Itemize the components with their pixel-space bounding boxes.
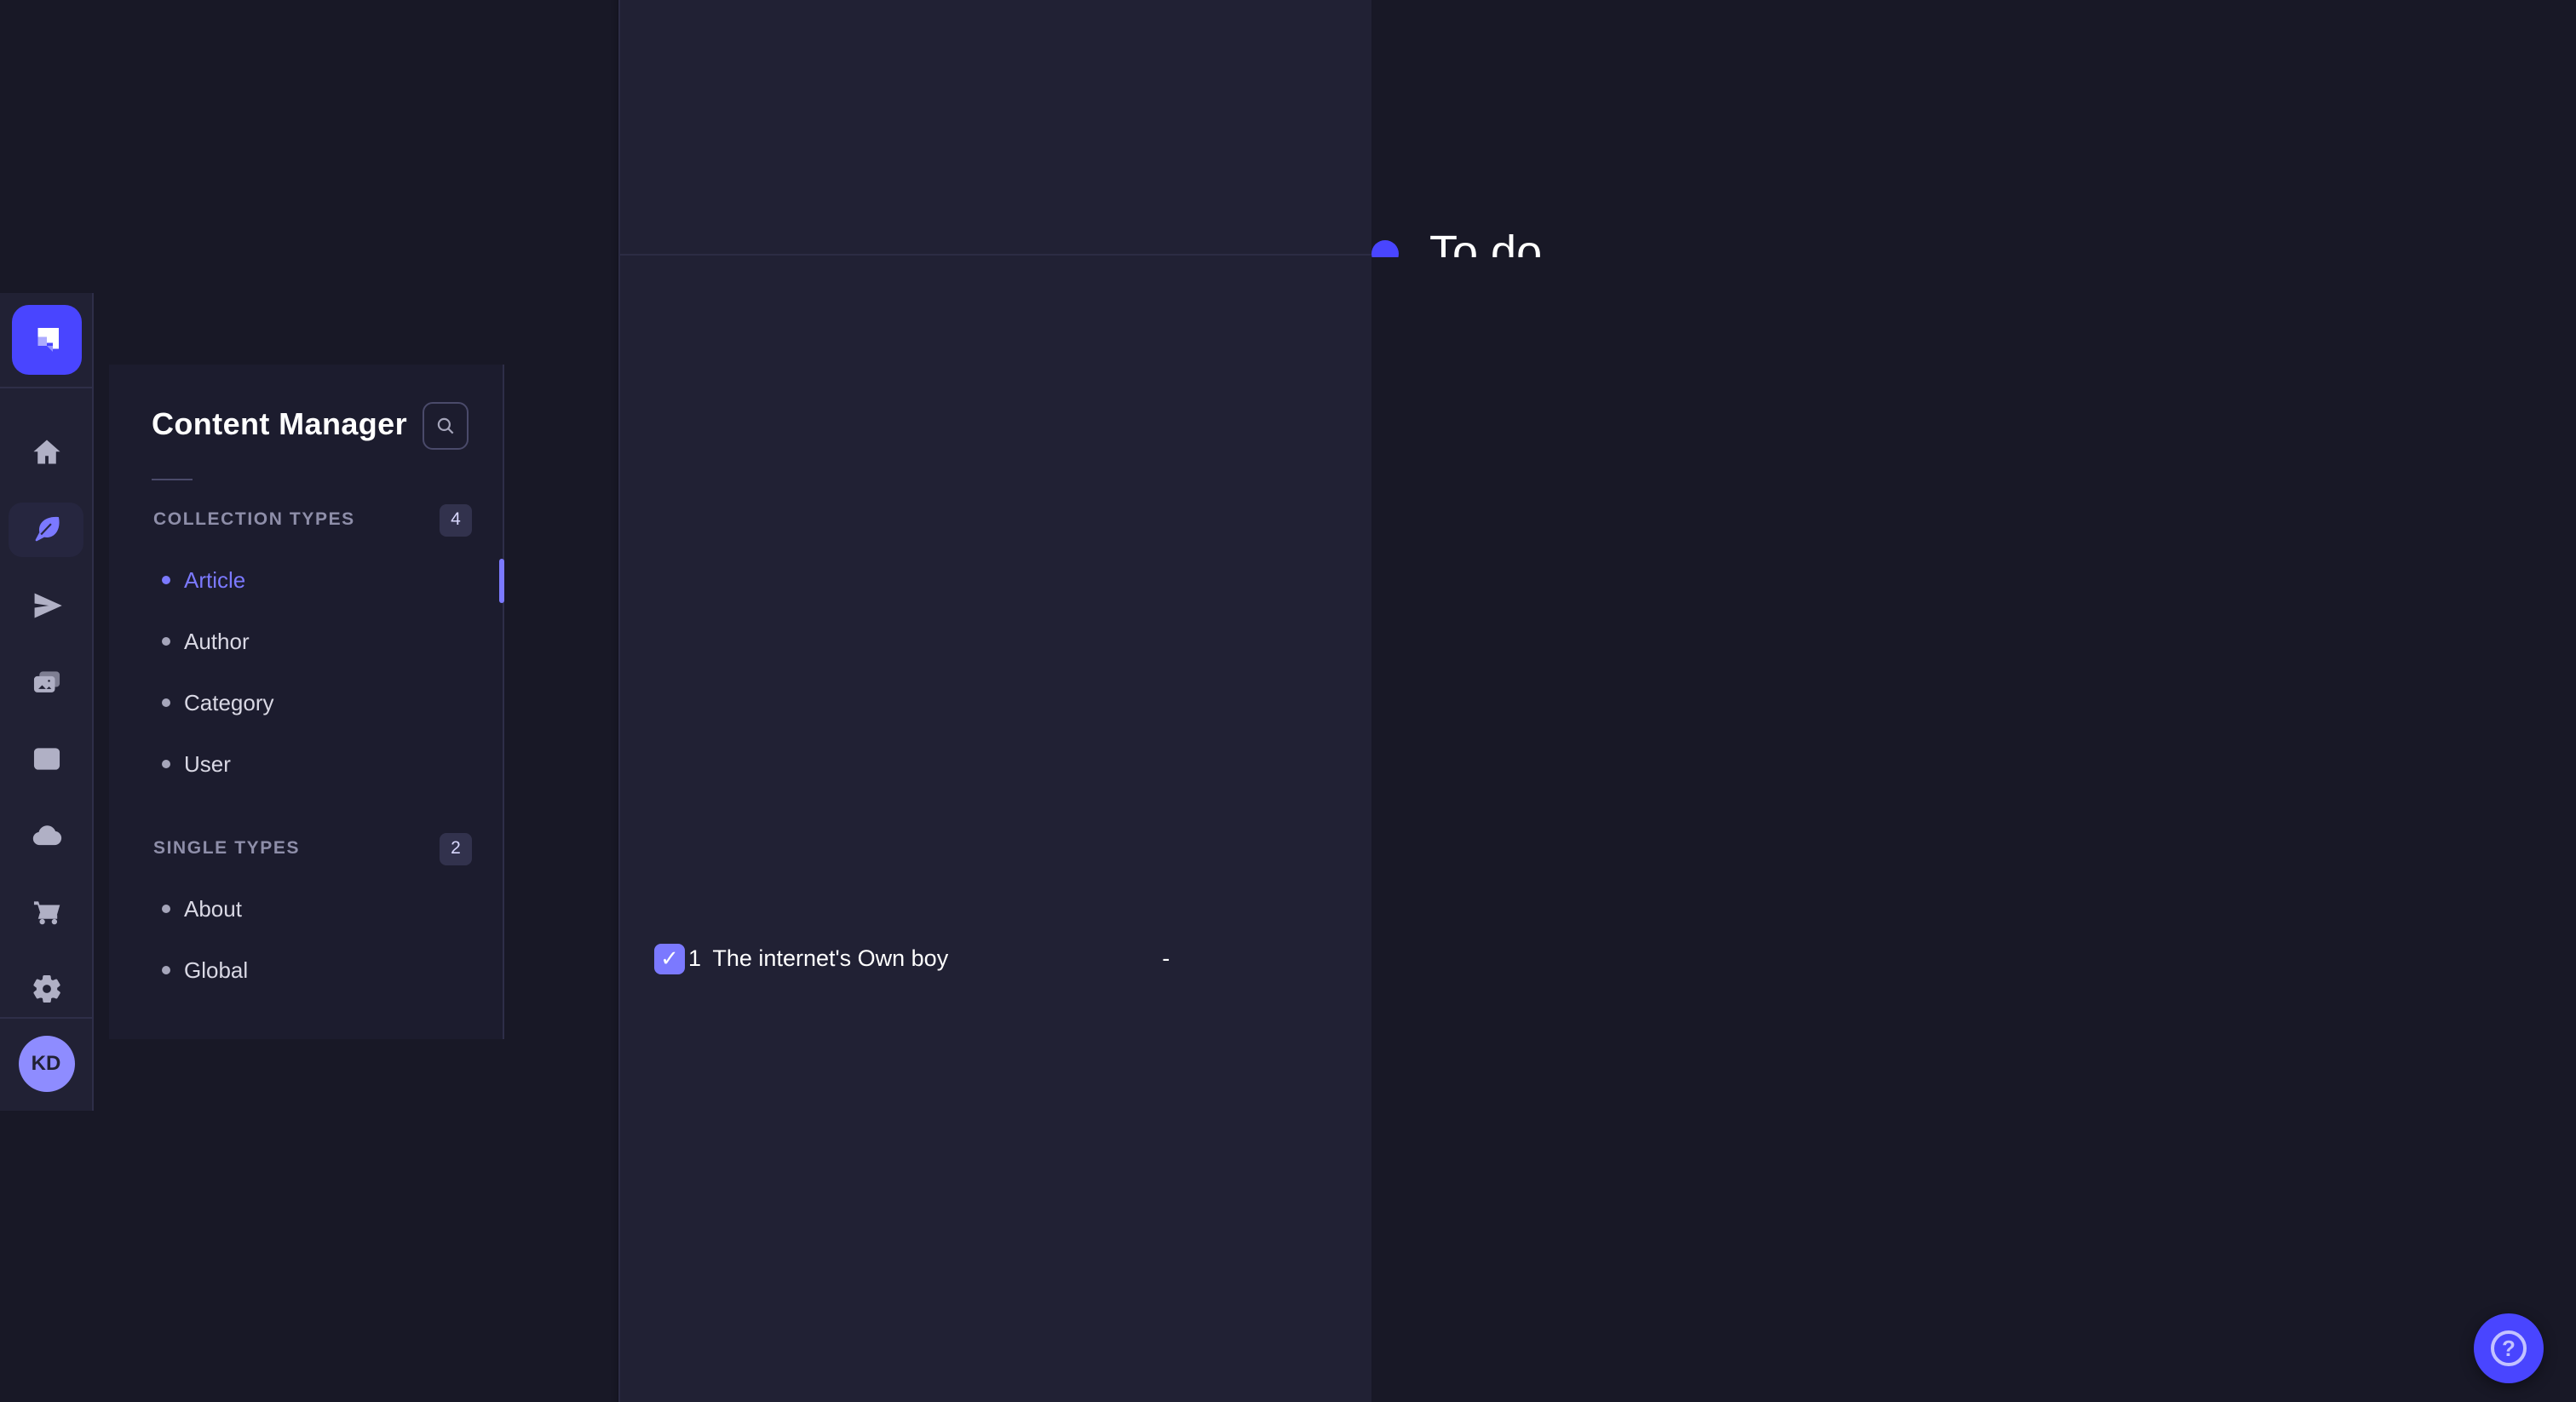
collection-types-section: COLLECTION TYPES 4 Article Author Catego… bbox=[109, 503, 504, 795]
cell-title: The internet's Own boy bbox=[712, 945, 949, 972]
rail-divider bbox=[0, 386, 92, 388]
section-label: COLLECTION TYPES bbox=[153, 509, 355, 530]
section-label: SINGLE TYPES bbox=[153, 838, 301, 859]
cell-title: Beautiful picture bbox=[710, 0, 1160, 256]
rail-settings-icon[interactable] bbox=[9, 962, 83, 1016]
entries-table: ID TITLE TO BE RELEASED IN REVIEW STAGE … bbox=[620, 0, 2576, 1402]
main-content: Back Article Create new entry 5 entries … bbox=[520, 0, 2576, 1402]
question-mark-icon: ? bbox=[2491, 1330, 2527, 1366]
row-checkbox[interactable]: ✓ bbox=[654, 943, 685, 974]
sidebar-item-label: Author bbox=[184, 629, 250, 654]
rail-bottom-divider bbox=[0, 1016, 92, 1018]
entries-table-card: ID TITLE TO BE RELEASED IN REVIEW STAGE … bbox=[618, 0, 2576, 1402]
releases-icon[interactable] bbox=[9, 578, 83, 633]
section-count-badge: 2 bbox=[440, 832, 472, 865]
content-type-builder-icon[interactable] bbox=[9, 732, 83, 786]
sidebar-item-author[interactable]: Author bbox=[109, 611, 503, 672]
cell-release: - bbox=[1160, 0, 1369, 256]
sidebar-search-button[interactable] bbox=[423, 401, 469, 449]
sidebar-title: Content Manager bbox=[152, 407, 408, 441]
bullet-icon bbox=[162, 637, 170, 646]
sidebar-item-label: About bbox=[184, 896, 242, 922]
cell-release: - bbox=[1162, 945, 1170, 972]
search-icon bbox=[437, 417, 454, 434]
sidebar-item-global[interactable]: Global bbox=[109, 939, 503, 1001]
sidebar-item-label: User bbox=[184, 751, 231, 777]
content-manager-sidebar: Content Manager COLLECTION TYPES 4 Artic… bbox=[109, 364, 504, 1038]
cell-id: 1 bbox=[688, 945, 702, 972]
sidebar-item-label: Category bbox=[184, 690, 274, 715]
cell-id: 4 bbox=[687, 0, 710, 256]
sidebar-item-user[interactable]: User bbox=[109, 733, 503, 795]
bullet-icon bbox=[162, 698, 170, 707]
sidebar-item-article[interactable]: Article bbox=[109, 549, 504, 611]
sidebar-item-label: Global bbox=[184, 957, 249, 983]
cell-review-stage: To do bbox=[1371, 257, 2576, 1402]
user-avatar[interactable]: KD bbox=[18, 1035, 74, 1091]
strapi-logo[interactable] bbox=[11, 304, 81, 374]
sidebar-item-about[interactable]: About bbox=[109, 878, 503, 939]
app-window: KD Content Manager COLLECTION TYPES 4 Ar… bbox=[0, 0, 2576, 1402]
table-row[interactable]: 4 Beautiful picture - To do - English (e… bbox=[620, 0, 2576, 1402]
sidebar-item-category[interactable]: Category bbox=[109, 672, 503, 733]
strapi-logo-icon bbox=[37, 327, 58, 351]
main-nav-rail: KD bbox=[0, 292, 94, 1110]
sidebar-item-label: Article bbox=[184, 567, 246, 593]
single-types-section: SINGLE TYPES 2 About Global bbox=[109, 832, 503, 1001]
active-indicator bbox=[499, 558, 504, 602]
content-manager-icon[interactable] bbox=[9, 502, 83, 556]
bullet-icon bbox=[162, 966, 170, 974]
help-button[interactable]: ? bbox=[2474, 1313, 2544, 1383]
deploy-cloud-icon[interactable] bbox=[9, 808, 83, 863]
bullet-icon bbox=[162, 905, 170, 913]
media-library-icon[interactable] bbox=[9, 655, 83, 710]
home-icon[interactable] bbox=[9, 425, 83, 480]
bullet-icon bbox=[162, 760, 170, 768]
bullet-icon bbox=[162, 576, 170, 584]
sidebar-divider bbox=[152, 478, 193, 480]
table-row[interactable]: ✓ 1 The internet's Own boy - To do - Eng… bbox=[620, 255, 2576, 1402]
marketplace-cart-icon[interactable] bbox=[9, 885, 83, 939]
section-count-badge: 4 bbox=[440, 503, 472, 536]
